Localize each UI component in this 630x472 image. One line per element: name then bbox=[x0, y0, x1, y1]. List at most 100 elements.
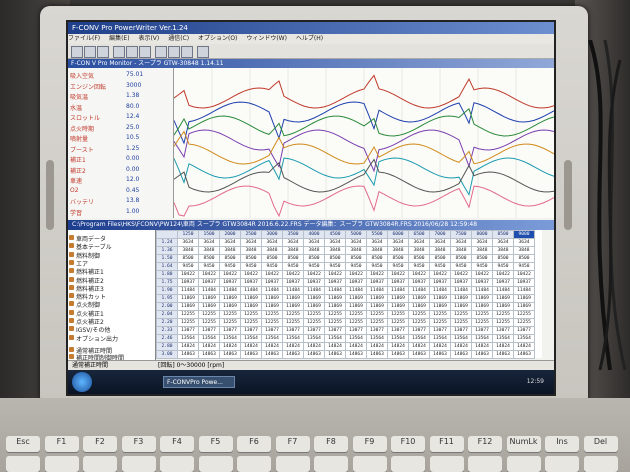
row-header[interactable]: 2.20 bbox=[156, 318, 178, 327]
table-cell[interactable]: 3634 bbox=[471, 238, 493, 247]
table-cell[interactable]: 3848 bbox=[366, 246, 388, 255]
table-cell[interactable]: 8500 bbox=[408, 254, 430, 263]
table-cell[interactable]: 10937 bbox=[177, 278, 199, 287]
table-cell[interactable]: 3634 bbox=[261, 238, 283, 247]
table-cell[interactable]: 12255 bbox=[492, 318, 514, 327]
help-icon[interactable] bbox=[197, 46, 209, 58]
table-cell[interactable]: 12255 bbox=[513, 318, 535, 327]
start-orb-icon[interactable] bbox=[72, 372, 92, 392]
table-cell[interactable]: 13077 bbox=[492, 326, 514, 335]
table-cell[interactable]: 10422 bbox=[303, 270, 325, 279]
table-cell[interactable]: 14824 bbox=[429, 342, 451, 351]
tree-item[interactable]: オプション出力 bbox=[68, 334, 118, 343]
monitor-icon[interactable] bbox=[139, 46, 151, 58]
table-cell[interactable]: 10422 bbox=[345, 270, 367, 279]
table-cell[interactable]: 11869 bbox=[261, 302, 283, 311]
column-header[interactable]: 9000 bbox=[513, 230, 535, 239]
table-cell[interactable]: 14824 bbox=[492, 342, 514, 351]
table-cell[interactable]: 12255 bbox=[177, 310, 199, 319]
table-cell[interactable]: 10422 bbox=[366, 270, 388, 279]
table-cell[interactable]: 9450 bbox=[303, 262, 325, 271]
table-cell[interactable]: 12255 bbox=[408, 318, 430, 327]
table-cell[interactable]: 13564 bbox=[282, 334, 304, 343]
table-cell[interactable]: 3634 bbox=[303, 238, 325, 247]
table-cell[interactable]: 11869 bbox=[450, 302, 472, 311]
menu-view[interactable]: 表示(V) bbox=[138, 35, 159, 42]
table-cell[interactable]: 14863 bbox=[366, 350, 388, 359]
save-file-icon[interactable] bbox=[97, 46, 109, 58]
column-header[interactable]: 6500 bbox=[408, 230, 430, 239]
table-cell[interactable]: 13077 bbox=[429, 326, 451, 335]
table-cell[interactable]: 8500 bbox=[261, 254, 283, 263]
table-cell[interactable]: 10937 bbox=[513, 278, 535, 287]
table-cell[interactable]: 10422 bbox=[387, 270, 409, 279]
row-header[interactable]: 1.36 bbox=[156, 246, 178, 255]
table-cell[interactable]: 13564 bbox=[303, 334, 325, 343]
table-cell[interactable]: 12255 bbox=[366, 310, 388, 319]
table-cell[interactable]: 3634 bbox=[408, 238, 430, 247]
table-cell[interactable]: 13564 bbox=[177, 334, 199, 343]
table-cell[interactable]: 11869 bbox=[366, 302, 388, 311]
table-cell[interactable]: 11869 bbox=[387, 294, 409, 303]
table-cell[interactable]: 11869 bbox=[261, 294, 283, 303]
table-cell[interactable]: 10937 bbox=[303, 278, 325, 287]
table-cell[interactable]: 10937 bbox=[450, 278, 472, 287]
menu-help[interactable]: ヘルプ(H) bbox=[296, 35, 323, 42]
table-cell[interactable]: 10937 bbox=[429, 278, 451, 287]
table-cell[interactable]: 13077 bbox=[324, 326, 346, 335]
table-cell[interactable]: 14824 bbox=[387, 342, 409, 351]
table-cell[interactable]: 11869 bbox=[366, 294, 388, 303]
row-header[interactable]: 1.24 bbox=[156, 238, 178, 247]
table-cell[interactable]: 3848 bbox=[492, 246, 514, 255]
table-cell[interactable]: 13077 bbox=[282, 326, 304, 335]
table-cell[interactable]: 14863 bbox=[408, 350, 430, 359]
table-cell[interactable]: 9450 bbox=[429, 262, 451, 271]
table-cell[interactable]: 12255 bbox=[219, 318, 241, 327]
table-cell[interactable]: 14824 bbox=[198, 342, 220, 351]
table-cell[interactable]: 9450 bbox=[198, 262, 220, 271]
table-cell[interactable]: 9450 bbox=[513, 262, 535, 271]
table-cell[interactable]: 10422 bbox=[282, 270, 304, 279]
write-ecu-icon[interactable] bbox=[126, 46, 138, 58]
table-cell[interactable]: 14863 bbox=[450, 350, 472, 359]
table-cell[interactable]: 14824 bbox=[177, 342, 199, 351]
table-cell[interactable]: 13564 bbox=[198, 334, 220, 343]
table-cell[interactable]: 14863 bbox=[219, 350, 241, 359]
menu-option[interactable]: オプション(O) bbox=[198, 35, 237, 42]
table-cell[interactable]: 9450 bbox=[387, 262, 409, 271]
table-cell[interactable]: 12255 bbox=[387, 318, 409, 327]
table-cell[interactable]: 14824 bbox=[366, 342, 388, 351]
column-header[interactable]: 5500 bbox=[366, 230, 388, 239]
open-file-icon[interactable] bbox=[84, 46, 96, 58]
table-cell[interactable]: 14824 bbox=[303, 342, 325, 351]
table-cell[interactable]: 10937 bbox=[324, 278, 346, 287]
table-cell[interactable]: 11484 bbox=[408, 286, 430, 295]
table-cell[interactable]: 10937 bbox=[345, 278, 367, 287]
row-header[interactable]: 1.80 bbox=[156, 270, 178, 279]
table-cell[interactable]: 14863 bbox=[492, 350, 514, 359]
table-cell[interactable]: 3848 bbox=[429, 246, 451, 255]
table-cell[interactable]: 3634 bbox=[240, 238, 262, 247]
table-cell[interactable]: 9450 bbox=[492, 262, 514, 271]
table-cell[interactable]: 13077 bbox=[261, 326, 283, 335]
table-cell[interactable]: 14863 bbox=[387, 350, 409, 359]
table-cell[interactable]: 12255 bbox=[513, 310, 535, 319]
table-cell[interactable]: 12255 bbox=[324, 310, 346, 319]
table-cell[interactable]: 8500 bbox=[471, 254, 493, 263]
table-cell[interactable]: 3848 bbox=[219, 246, 241, 255]
table-cell[interactable]: 13564 bbox=[345, 334, 367, 343]
table-cell[interactable]: 11869 bbox=[387, 302, 409, 311]
table-cell[interactable]: 3848 bbox=[471, 246, 493, 255]
table-cell[interactable]: 12255 bbox=[324, 318, 346, 327]
table-cell[interactable]: 11869 bbox=[240, 302, 262, 311]
row-header[interactable]: 2.46 bbox=[156, 334, 178, 343]
table-cell[interactable]: 8500 bbox=[303, 254, 325, 263]
table-cell[interactable]: 13564 bbox=[471, 334, 493, 343]
table-cell[interactable]: 11869 bbox=[219, 302, 241, 311]
table-cell[interactable]: 10422 bbox=[177, 270, 199, 279]
column-header[interactable]: 8500 bbox=[492, 230, 514, 239]
table-cell[interactable]: 13077 bbox=[345, 326, 367, 335]
table-cell[interactable]: 11869 bbox=[282, 302, 304, 311]
table-cell[interactable]: 11869 bbox=[240, 294, 262, 303]
table-cell[interactable]: 12255 bbox=[387, 310, 409, 319]
